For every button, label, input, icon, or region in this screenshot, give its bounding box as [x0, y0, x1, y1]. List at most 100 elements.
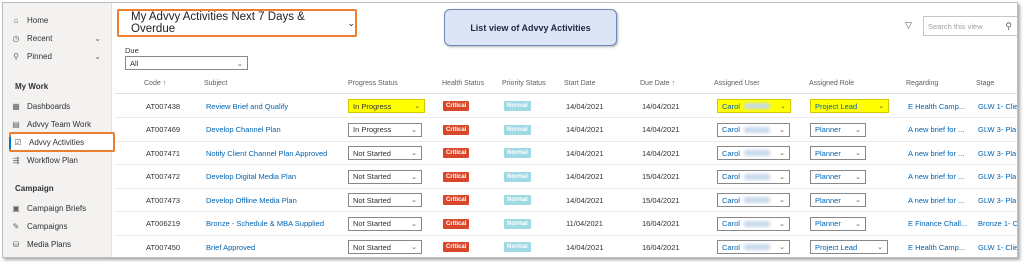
progress-status-value: In Progress: [353, 125, 392, 134]
table-row[interactable]: AT007471 Notify Client Channel Plan Appro…: [115, 142, 1017, 165]
assigned-role-select[interactable]: Project Lead ⌄: [810, 240, 888, 254]
progress-status-select[interactable]: Not Started ⌄: [348, 146, 422, 160]
sidebar-item-media-plans[interactable]: ⛁ Media Plans: [11, 237, 107, 251]
filter-icon[interactable]: ▽: [905, 20, 912, 31]
subject-link[interactable]: Develop Digital Media Plan: [206, 172, 296, 181]
col-priority-status-header[interactable]: Priority Status: [502, 80, 546, 87]
progress-status-select[interactable]: Not Started ⌄: [348, 169, 422, 184]
col-stage-header[interactable]: Stage: [976, 80, 994, 87]
col-assigned-user-header[interactable]: Assigned User: [714, 80, 760, 87]
sidebar-item-recent[interactable]: ◷ Recent ⌄: [11, 31, 107, 45]
sidebar-item-workflow-plan[interactable]: ⇶ Workflow Plan: [11, 153, 107, 167]
search-input[interactable]: Search this view ⚲: [923, 16, 1017, 36]
chevron-down-icon: ⌄: [855, 173, 861, 181]
progress-status-value: In Progress: [353, 101, 392, 111]
col-progress-status-header[interactable]: Progress Status: [348, 80, 398, 87]
progress-status-select[interactable]: Not Started ⌄: [348, 240, 422, 254]
stage-link[interactable]: Bronze 1- C: [978, 219, 1017, 228]
stage-link[interactable]: GLW 3- Pla: [978, 172, 1016, 181]
table-row[interactable]: AT007438 Review Brief and Qualify In Progr…: [115, 95, 1017, 118]
assigned-user-select[interactable]: Carol ⌄: [717, 122, 790, 137]
assigned-role-select[interactable]: Planner ⌄: [810, 146, 866, 160]
start-date: 14/04/2021: [566, 125, 604, 134]
table-cell: 11/04/2021: [566, 213, 603, 235]
assigned-user-select[interactable]: Carol ⌄: [717, 99, 791, 113]
assigned-user-select[interactable]: Carol ⌄: [717, 216, 790, 231]
regarding-link[interactable]: E Health Camp...: [908, 102, 965, 111]
sidebar-item-campaigns[interactable]: ✎ Campaigns: [11, 219, 107, 233]
progress-status-value: Not Started: [353, 172, 391, 181]
sidebar-item-advvy-team-work[interactable]: ▤ Advvy Team Work: [11, 117, 107, 131]
subject-link[interactable]: Develop Channel Plan: [206, 125, 281, 134]
table-cell: Planner ⌄: [810, 166, 866, 188]
table-cell: Carol ⌄: [717, 236, 790, 257]
assigned-role-select[interactable]: Project Lead ⌄: [810, 99, 889, 113]
progress-status-select[interactable]: In Progress ⌄: [348, 122, 422, 137]
assigned-user-select[interactable]: Carol ⌄: [717, 193, 790, 207]
stage-link[interactable]: GLW 3- Pla: [978, 125, 1016, 134]
redacted-surname: [743, 173, 770, 180]
col-regarding-header[interactable]: Regarding: [906, 80, 938, 87]
regarding-link[interactable]: E Health Camp...: [908, 243, 965, 252]
redacted-surname: [743, 244, 770, 250]
redacted-surname: [743, 197, 770, 203]
table-cell: GLW 3- Pla: [978, 166, 1016, 188]
table-cell: E Health Camp...: [908, 236, 965, 257]
regarding-link[interactable]: A new brief for ...: [908, 196, 964, 205]
progress-status-select[interactable]: In Progress ⌄: [348, 99, 425, 113]
assigned-role-select[interactable]: Planner ⌄: [810, 122, 866, 137]
assigned-user-select[interactable]: Carol ⌄: [717, 146, 790, 160]
assigned-user-select[interactable]: Carol ⌄: [717, 240, 790, 254]
chevron-down-icon[interactable]: ⌄: [94, 52, 101, 61]
subject-link[interactable]: Brief Approved: [206, 243, 255, 252]
col-subject-header[interactable]: Subject: [204, 80, 227, 87]
table-row[interactable]: AT007472 Develop Digital Media Plan Not St…: [115, 166, 1017, 189]
stage-link[interactable]: GLW 1- Clie: [978, 102, 1017, 111]
regarding-link[interactable]: A new brief for ...: [908, 172, 964, 181]
progress-status-select[interactable]: Not Started ⌄: [348, 193, 422, 207]
table-cell: Carol ⌄: [717, 119, 790, 141]
table-row[interactable]: AT007450 Brief Approved Not Started ⌄ Critic…: [115, 236, 1017, 257]
activity-code: AT007473: [146, 195, 181, 205]
sidebar-item-dashboards[interactable]: ▦ Dashboards: [11, 99, 107, 113]
chevron-down-icon: ⌄: [779, 126, 785, 134]
regarding-link[interactable]: E Finance Chall...: [908, 219, 967, 228]
chevron-down-icon[interactable]: ⌄: [94, 34, 101, 43]
due-filter-select[interactable]: All ⌄: [125, 56, 248, 70]
col-assigned-role-header[interactable]: Assigned Role: [809, 80, 854, 87]
health-status-badge: Critical: [443, 218, 470, 229]
chevron-down-icon: ⌄: [878, 103, 884, 110]
sidebar-item-home[interactable]: ⌂ Home: [11, 13, 107, 27]
regarding-link[interactable]: A new brief for ...: [908, 125, 964, 134]
regarding-link[interactable]: A new brief for ...: [908, 149, 964, 158]
assigned-role-select[interactable]: Planner ⌄: [810, 216, 866, 231]
sidebar-item-advvy-activities[interactable]: ☑ Advvy Activities: [9, 132, 115, 152]
dashboard-icon: ▦: [12, 101, 20, 111]
table-cell: Normal: [504, 95, 531, 117]
stage-link[interactable]: GLW 3- Pla: [978, 196, 1016, 205]
assigned-role-select[interactable]: Planner ⌄: [810, 193, 866, 207]
subject-link[interactable]: Develop Offline Media Plan: [206, 196, 297, 205]
col-due-date-header[interactable]: Due Date ↑: [640, 80, 675, 87]
stage-link[interactable]: GLW 1- Clie: [978, 243, 1017, 252]
sidebar-item-pinned[interactable]: ⚲ Pinned ⌄: [11, 49, 107, 63]
due-date: 14/04/2021: [642, 148, 680, 158]
view-selector[interactable]: My Advvy Activities Next 7 Days & Overdu…: [117, 9, 357, 37]
table-row[interactable]: AT007473 Develop Offline Media Plan Not St…: [115, 189, 1017, 212]
assigned-user-select[interactable]: Carol ⌄: [717, 169, 790, 184]
col-health-status-header[interactable]: Health Status: [442, 80, 484, 87]
subject-link[interactable]: Review Brief and Qualify: [206, 102, 288, 111]
subject-link[interactable]: Notify Client Channel Plan Approved: [206, 149, 327, 158]
priority-status-badge: Normal: [504, 101, 531, 111]
sidebar-item-campaign-briefs[interactable]: ▣ Campaign Briefs: [11, 201, 107, 215]
table-row[interactable]: AT006219 Bronze - Schedule & MBA Supplied…: [115, 213, 1017, 236]
assigned-role-select[interactable]: Planner ⌄: [810, 169, 866, 184]
priority-status-badge: Normal: [504, 218, 531, 229]
table-cell: Critical: [443, 166, 470, 188]
col-start-date-header[interactable]: Start Date: [564, 80, 596, 87]
table-row[interactable]: AT007469 Develop Channel Plan In Progress ⌄…: [115, 119, 1017, 142]
subject-link[interactable]: Bronze - Schedule & MBA Supplied: [206, 219, 324, 228]
col-code-header[interactable]: Code ↑: [144, 80, 166, 87]
stage-link[interactable]: GLW 3- Pla: [978, 149, 1016, 158]
progress-status-select[interactable]: Not Started ⌄: [348, 216, 422, 231]
